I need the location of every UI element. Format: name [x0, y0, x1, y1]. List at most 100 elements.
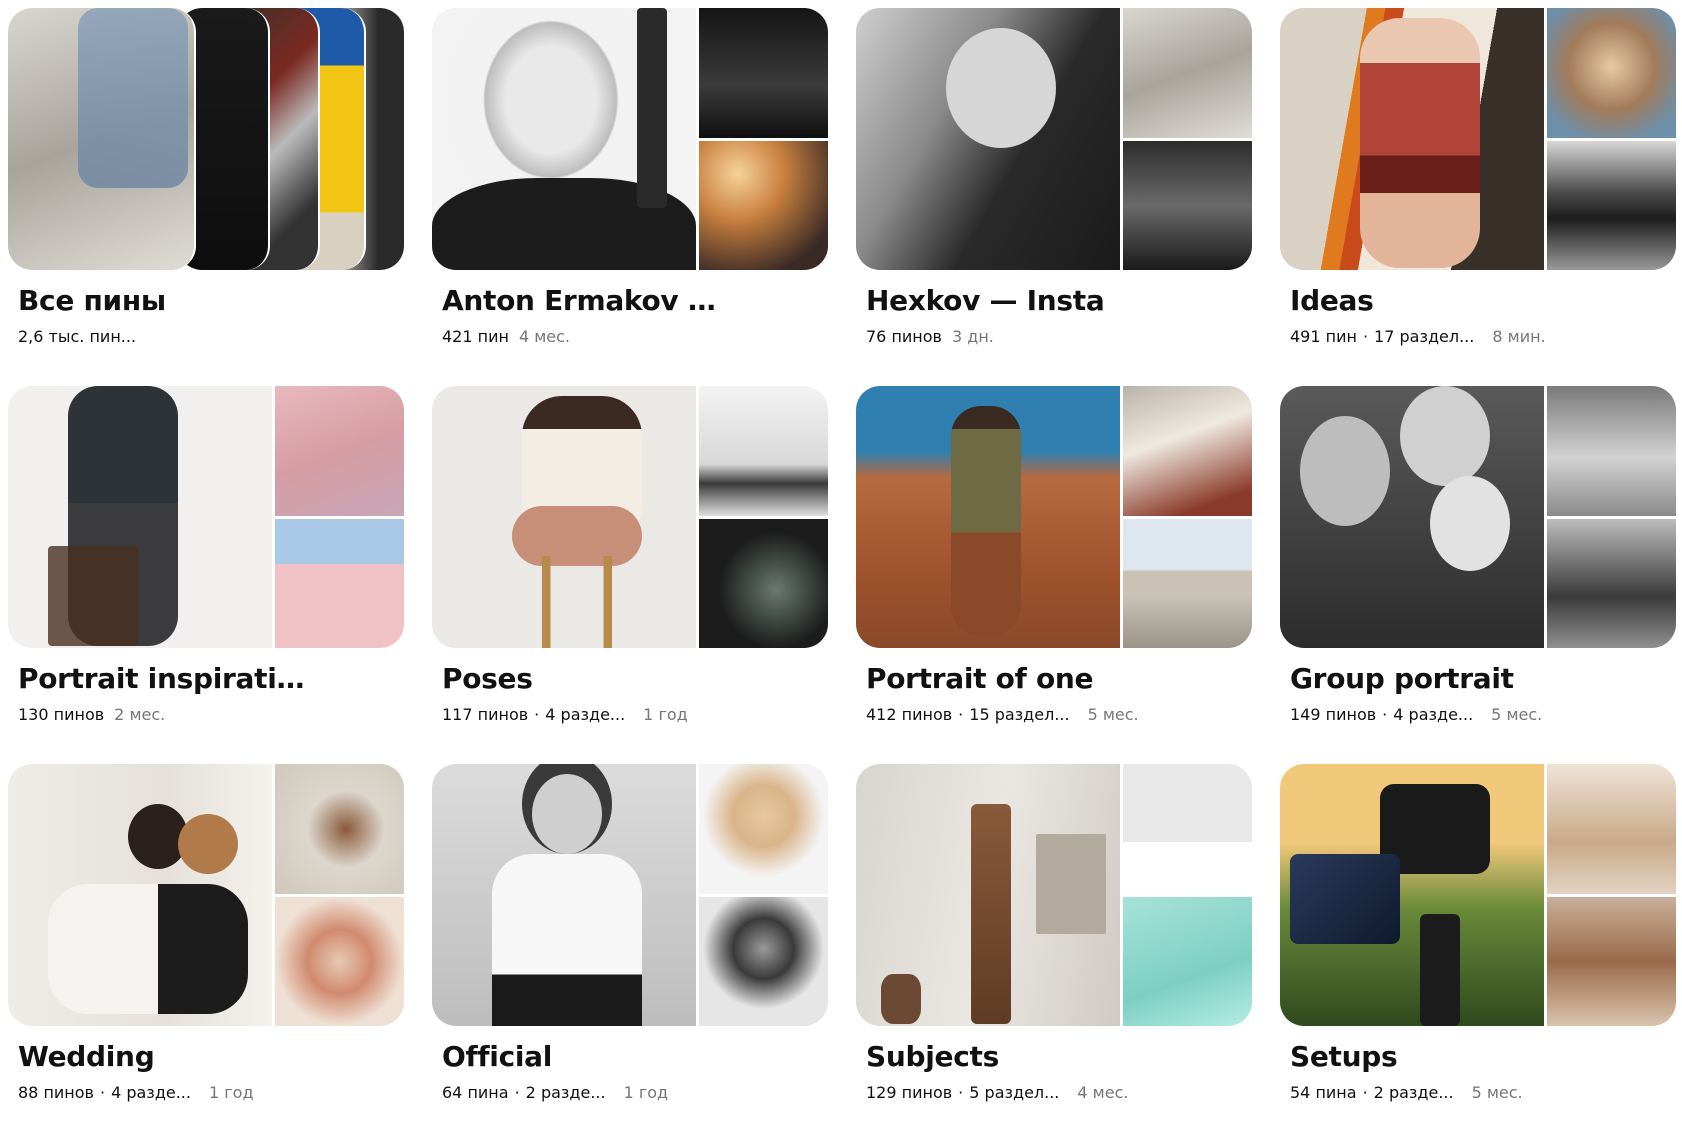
board-meta: 64 пина · 2 разде... 1 год: [442, 1083, 828, 1102]
separator: ·: [958, 705, 964, 724]
board-meta: 412 пинов · 15 раздел... 5 мес.: [866, 705, 1252, 724]
board-title: Subjects: [866, 1040, 999, 1073]
cover-side-image-1: [1123, 386, 1252, 516]
cover-main-image: [8, 386, 272, 648]
board-title: Official: [442, 1040, 553, 1073]
board-meta: 2,6 тыс. пин...: [18, 327, 404, 346]
pin-count: 54 пина: [1290, 1083, 1357, 1102]
board-title: Group portrait: [1290, 662, 1514, 695]
cover-side-image-1: [275, 386, 404, 516]
cover-side-image-1: [1547, 386, 1676, 516]
cover-side-image-1: [699, 8, 828, 138]
board-subjects[interactable]: Subjects 129 пинов · 5 раздел... 4 мес.: [856, 764, 1252, 1142]
cover-side-image-2: [1123, 896, 1252, 1026]
cover-main-image: [8, 764, 272, 1026]
pin-count: 130 пинов: [18, 705, 105, 724]
cover-main-image: [1280, 764, 1544, 1026]
board-title: Wedding: [18, 1040, 155, 1073]
cover-main-image: [432, 386, 696, 648]
cover-side-image-2: [1547, 518, 1676, 648]
cover-side-image-2: [699, 896, 828, 1026]
board-official[interactable]: Official 64 пина · 2 разде... 1 год: [432, 764, 828, 1142]
pin-count: 64 пина: [442, 1083, 509, 1102]
board-cover: [1280, 386, 1676, 648]
cover-side-image-1: [699, 764, 828, 894]
board-title: Anton Ermakov —...: [442, 284, 742, 317]
board-meta: 129 пинов · 5 раздел... 4 мес.: [866, 1083, 1252, 1102]
cover-side-image-2: [1547, 140, 1676, 270]
board-title: Setups: [1290, 1040, 1398, 1073]
updated-time: 5 мес.: [1491, 705, 1543, 724]
board-meta: 117 пинов · 4 разде... 1 год: [442, 705, 828, 724]
cover-side-image-2: [1547, 896, 1676, 1026]
cover-main-image: [1280, 8, 1544, 270]
pin-count: 129 пинов: [866, 1083, 953, 1102]
separator: ·: [1362, 1083, 1368, 1102]
board-ideas[interactable]: Ideas 491 пин · 17 раздел... 8 мин.: [1280, 8, 1676, 386]
separator: ·: [534, 705, 540, 724]
cover-main-image: [432, 764, 696, 1026]
section-count: 4 разде...: [545, 705, 626, 724]
board-cover: [432, 764, 828, 1026]
updated-time: 1 год: [208, 1083, 254, 1102]
separator: ·: [1382, 705, 1388, 724]
cover-side-image-2: [1123, 518, 1252, 648]
board-setups[interactable]: Setups 54 пина · 2 разде... 5 мес.: [1280, 764, 1676, 1142]
cover-side-image-1: [275, 764, 404, 894]
updated-time: 8 мин.: [1492, 327, 1546, 346]
section-count: 4 разде...: [111, 1083, 191, 1102]
section-count: 15 раздел...: [969, 705, 1070, 724]
cover-card-5: [8, 8, 196, 270]
board-title: Ideas: [1290, 284, 1374, 317]
board-portrait-inspirations[interactable]: Portrait inspirations 130 пинов 2 мес.: [8, 386, 404, 764]
updated-time: 2 мес.: [114, 705, 166, 724]
board-title: Poses: [442, 662, 533, 695]
cover-side-image-2: [275, 896, 404, 1026]
board-portrait-of-one[interactable]: Portrait of one 412 пинов · 15 раздел...…: [856, 386, 1252, 764]
cover-side-image-2: [699, 518, 828, 648]
pin-count: 2,6 тыс. пин...: [18, 327, 137, 346]
board-title: Portrait of one: [866, 662, 1094, 695]
board-group-portrait[interactable]: Group portrait 149 пинов · 4 разде... 5 …: [1280, 386, 1676, 764]
cover-side-image-1: [699, 386, 828, 516]
board-hexkov-insta[interactable]: Hexkov — Insta 76 пинов 3 дн.: [856, 8, 1252, 386]
board-meta: 491 пин · 17 раздел... 8 мин.: [1290, 327, 1676, 346]
separator: ·: [514, 1083, 520, 1102]
pin-count: 421 пин: [442, 327, 509, 346]
board-cover: [8, 764, 404, 1026]
board-meta: 421 пин 4 мес.: [442, 327, 828, 346]
pin-count: 76 пинов: [866, 327, 942, 346]
pin-count: 491 пин: [1290, 327, 1357, 346]
board-wedding[interactable]: Wedding 88 пинов · 4 разде... 1 год: [8, 764, 404, 1142]
cover-main-image: [432, 8, 696, 270]
updated-time: 1 год: [643, 705, 688, 724]
separator: ·: [1362, 327, 1369, 346]
boards-grid: Все пины 2,6 тыс. пин... Anton Ermakov —…: [8, 8, 1676, 1142]
board-anton-ermakov[interactable]: Anton Ermakov —... 421 пин 4 мес.: [432, 8, 828, 386]
board-cover: [432, 386, 828, 648]
cover-side-image-1: [1123, 764, 1252, 894]
board-cover: [8, 8, 404, 270]
board-cover: [1280, 8, 1676, 270]
cover-main-image: [856, 764, 1120, 1026]
pin-count: 149 пинов: [1290, 705, 1377, 724]
board-all-pins[interactable]: Все пины 2,6 тыс. пин...: [8, 8, 404, 386]
updated-time: 4 мес.: [518, 327, 571, 346]
pin-count: 88 пинов: [18, 1083, 94, 1102]
section-count: 2 разде...: [525, 1083, 606, 1102]
board-poses[interactable]: Poses 117 пинов · 4 разде... 1 год: [432, 386, 828, 764]
updated-time: 3 дн.: [951, 327, 994, 346]
cover-side-image-1: [1547, 8, 1676, 138]
section-count: 2 разде...: [1373, 1083, 1454, 1102]
section-count: 4 разде...: [1393, 705, 1474, 724]
cover-side-image-2: [699, 140, 828, 270]
board-cover: [856, 386, 1252, 648]
board-cover: [432, 8, 828, 270]
cover-main-image: [1280, 386, 1544, 648]
cover-side-image-2: [275, 518, 404, 648]
pin-count: 412 пинов: [866, 705, 953, 724]
board-title: Hexkov — Insta: [866, 284, 1105, 317]
board-cover: [856, 8, 1252, 270]
board-meta: 130 пинов 2 мес.: [18, 705, 404, 724]
cover-side-image-1: [1547, 764, 1676, 894]
